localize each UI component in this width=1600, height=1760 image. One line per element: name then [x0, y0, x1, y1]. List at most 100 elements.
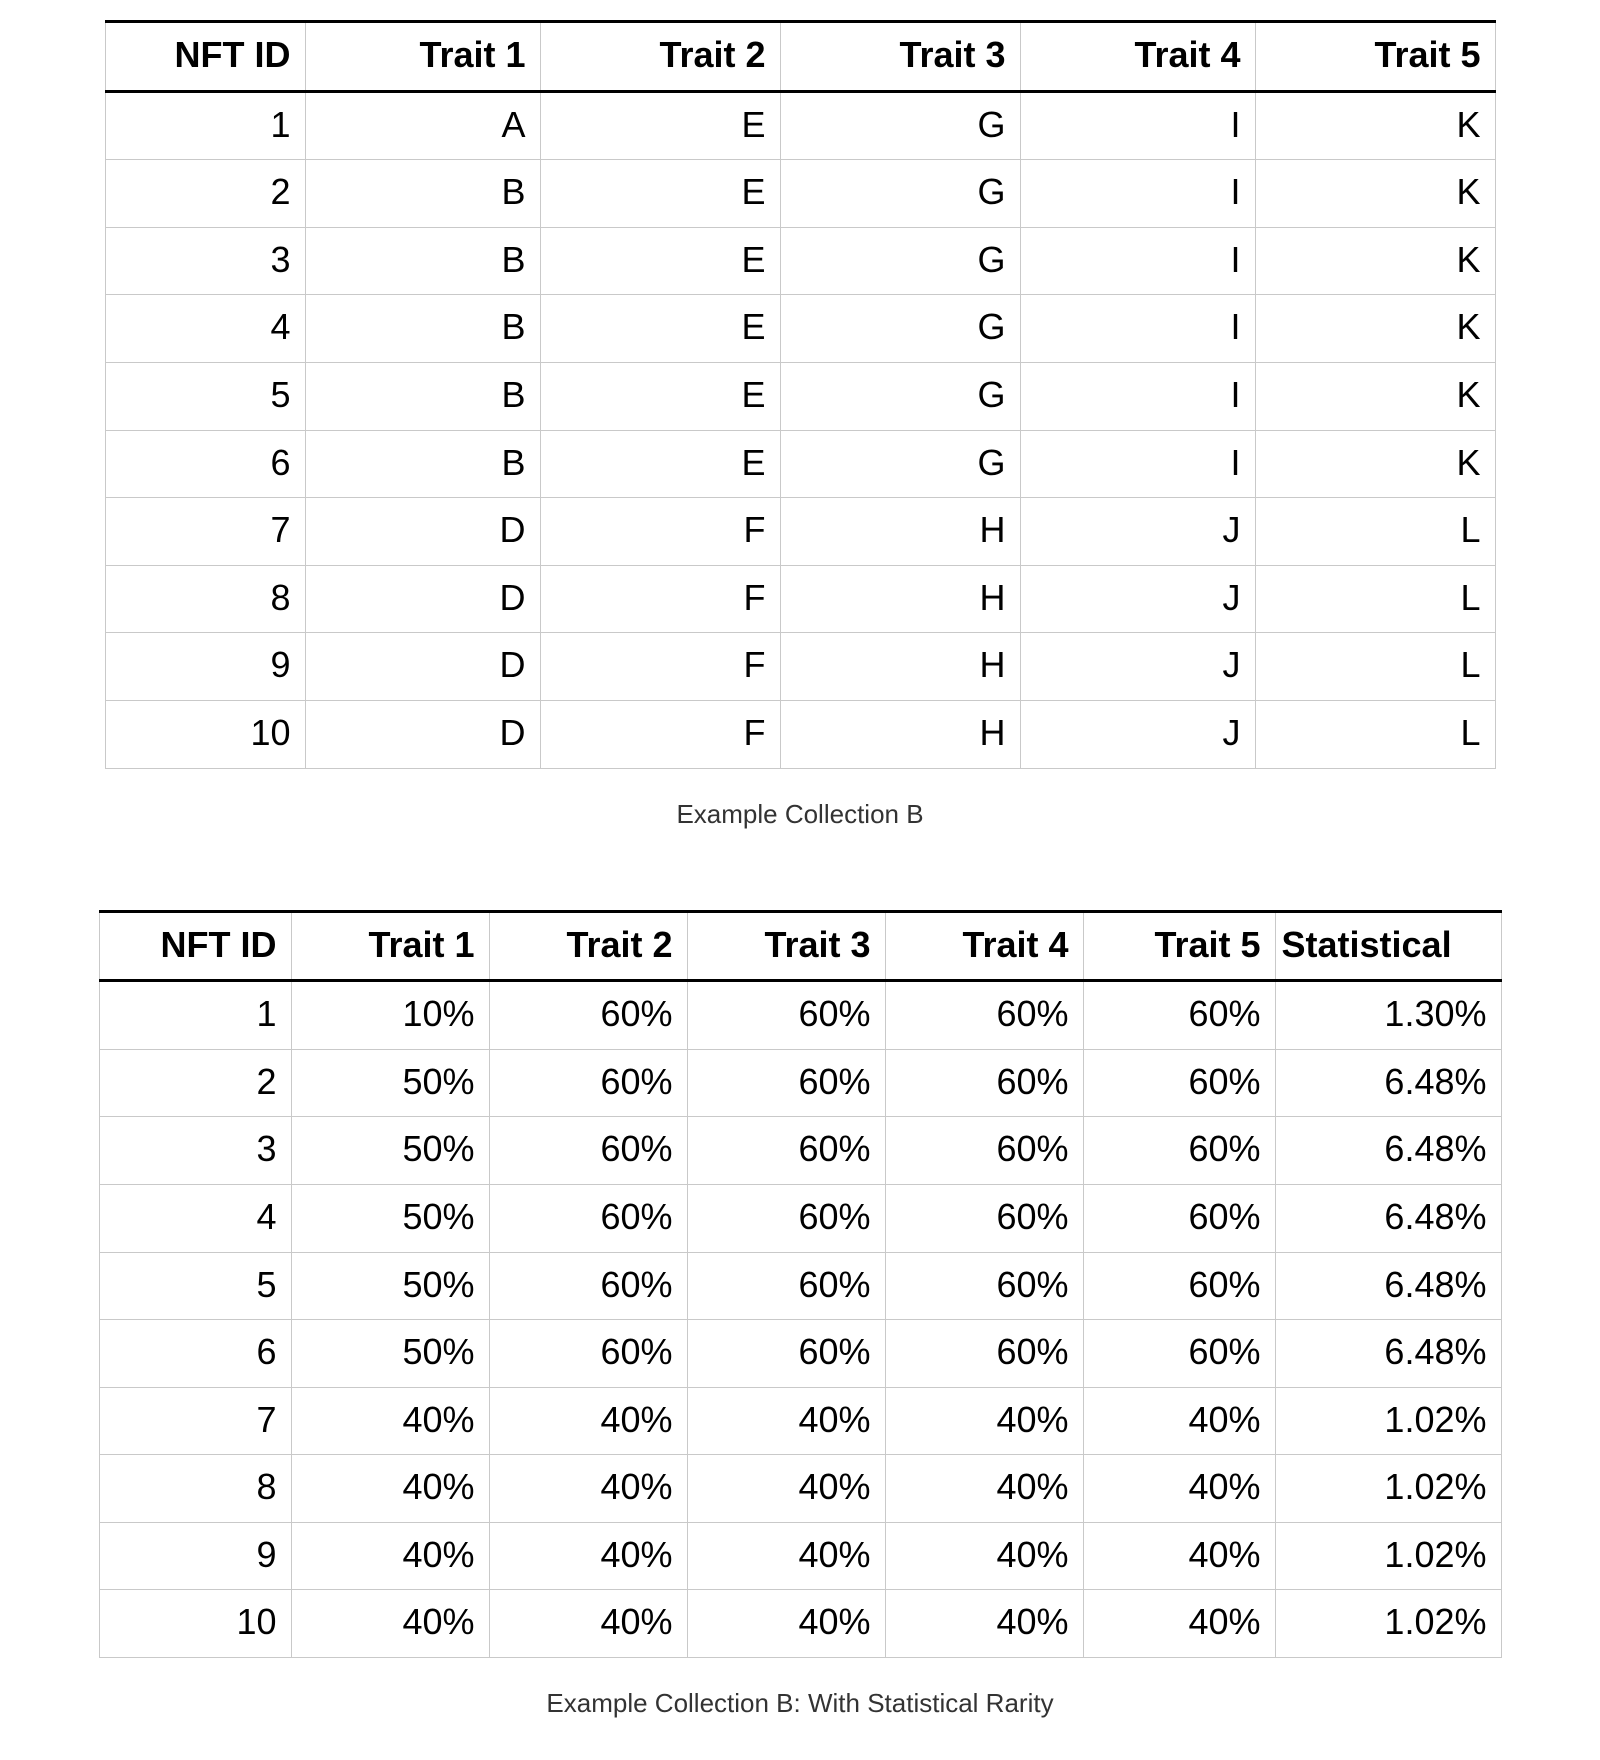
- table-cell: 60%: [885, 1184, 1083, 1252]
- table-cell: 40%: [1083, 1455, 1275, 1523]
- table-cell: I: [1020, 160, 1255, 228]
- table-cell: E: [540, 160, 780, 228]
- col-header: Trait 1: [291, 911, 489, 981]
- table-cell: E: [540, 227, 780, 295]
- table-cell: B: [305, 430, 540, 498]
- table-row: 840%40%40%40%40%1.02%: [99, 1455, 1501, 1523]
- table-cell: 1.02%: [1275, 1455, 1501, 1523]
- table-cell: 40%: [687, 1590, 885, 1658]
- col-header: Trait 4: [885, 911, 1083, 981]
- table-cell: 40%: [489, 1590, 687, 1658]
- table-cell: 6: [99, 1320, 291, 1388]
- table-cell: J: [1020, 700, 1255, 768]
- table-cell: 3: [99, 1117, 291, 1185]
- table-cell: 50%: [291, 1252, 489, 1320]
- table-cell: 60%: [1083, 1117, 1275, 1185]
- table-cell: L: [1255, 633, 1495, 701]
- table-cell: 6.48%: [1275, 1252, 1501, 1320]
- table-cell: 1.02%: [1275, 1387, 1501, 1455]
- table-cell: 60%: [489, 1184, 687, 1252]
- table-cell: 40%: [687, 1522, 885, 1590]
- col-header: Statistical: [1275, 911, 1501, 981]
- table-cell: H: [780, 565, 1020, 633]
- col-header: NFT ID: [105, 22, 305, 92]
- table-header-row: NFT ID Trait 1 Trait 2 Trait 3 Trait 4 T…: [99, 911, 1501, 981]
- table-cell: 60%: [1083, 1184, 1275, 1252]
- table-cell: 40%: [687, 1455, 885, 1523]
- table-cell: I: [1020, 430, 1255, 498]
- table-cell: 60%: [687, 1184, 885, 1252]
- table-caption: Example Collection B: With Statistical R…: [0, 1688, 1600, 1719]
- table-cell: 60%: [885, 1252, 1083, 1320]
- table-cell: 9: [99, 1522, 291, 1590]
- table-body: 110%60%60%60%60%1.30%250%60%60%60%60%6.4…: [99, 981, 1501, 1658]
- table-cell: I: [1020, 91, 1255, 160]
- table-row: 450%60%60%60%60%6.48%: [99, 1184, 1501, 1252]
- table-cell: E: [540, 91, 780, 160]
- table-cell: 6.48%: [1275, 1117, 1501, 1185]
- table-cell: F: [540, 633, 780, 701]
- table-row: 250%60%60%60%60%6.48%: [99, 1049, 1501, 1117]
- table-cell: 6.48%: [1275, 1049, 1501, 1117]
- table-cell: K: [1255, 430, 1495, 498]
- table-cell: 1: [105, 91, 305, 160]
- collection-b-table-block: NFT ID Trait 1 Trait 2 Trait 3 Trait 4 T…: [0, 20, 1600, 830]
- table-cell: 40%: [885, 1455, 1083, 1523]
- table-cell: 40%: [291, 1522, 489, 1590]
- table-cell: 10: [99, 1590, 291, 1658]
- table-cell: 60%: [687, 1252, 885, 1320]
- table-cell: B: [305, 227, 540, 295]
- table-cell: 10: [105, 700, 305, 768]
- table-row: 2BEGIK: [105, 160, 1495, 228]
- col-header: Trait 3: [780, 22, 1020, 92]
- table-cell: 6.48%: [1275, 1184, 1501, 1252]
- collection-b-statistical-table-block: NFT ID Trait 1 Trait 2 Trait 3 Trait 4 T…: [0, 910, 1600, 1720]
- table-cell: 1: [99, 981, 291, 1050]
- table-cell: 5: [105, 362, 305, 430]
- table-cell: 1.30%: [1275, 981, 1501, 1050]
- table-cell: 1.02%: [1275, 1522, 1501, 1590]
- table-cell: D: [305, 498, 540, 566]
- table-cell: 7: [105, 498, 305, 566]
- table-cell: 4: [105, 295, 305, 363]
- table-cell: 2: [105, 160, 305, 228]
- table-row: 1040%40%40%40%40%1.02%: [99, 1590, 1501, 1658]
- table-cell: F: [540, 498, 780, 566]
- table-row: 10DFHJL: [105, 700, 1495, 768]
- table-cell: K: [1255, 295, 1495, 363]
- table-cell: 60%: [489, 1320, 687, 1388]
- table-cell: 1.02%: [1275, 1590, 1501, 1658]
- table-cell: 60%: [489, 1117, 687, 1185]
- table-cell: K: [1255, 91, 1495, 160]
- table-cell: 9: [105, 633, 305, 701]
- table-header-row: NFT ID Trait 1 Trait 2 Trait 3 Trait 4 T…: [105, 22, 1495, 92]
- table-cell: J: [1020, 633, 1255, 701]
- table-row: 1AEGIK: [105, 91, 1495, 160]
- table-row: 110%60%60%60%60%1.30%: [99, 981, 1501, 1050]
- table-row: 5BEGIK: [105, 362, 1495, 430]
- table-cell: 60%: [885, 1049, 1083, 1117]
- table-cell: 50%: [291, 1117, 489, 1185]
- table-row: 8DFHJL: [105, 565, 1495, 633]
- table-caption: Example Collection B: [0, 799, 1600, 830]
- col-header: Trait 2: [489, 911, 687, 981]
- table-cell: 60%: [1083, 981, 1275, 1050]
- table-cell: F: [540, 700, 780, 768]
- table-cell: 8: [99, 1455, 291, 1523]
- table-cell: E: [540, 430, 780, 498]
- table-cell: I: [1020, 362, 1255, 430]
- table-cell: H: [780, 700, 1020, 768]
- table-row: 6BEGIK: [105, 430, 1495, 498]
- table-cell: D: [305, 633, 540, 701]
- table-cell: J: [1020, 565, 1255, 633]
- table-row: 4BEGIK: [105, 295, 1495, 363]
- table-row: 350%60%60%60%60%6.48%: [99, 1117, 1501, 1185]
- table-cell: B: [305, 160, 540, 228]
- table-cell: B: [305, 295, 540, 363]
- table-cell: 40%: [885, 1590, 1083, 1658]
- table-cell: 40%: [885, 1522, 1083, 1590]
- table-cell: F: [540, 565, 780, 633]
- table-cell: 60%: [687, 1049, 885, 1117]
- table-cell: 60%: [489, 981, 687, 1050]
- table-cell: B: [305, 362, 540, 430]
